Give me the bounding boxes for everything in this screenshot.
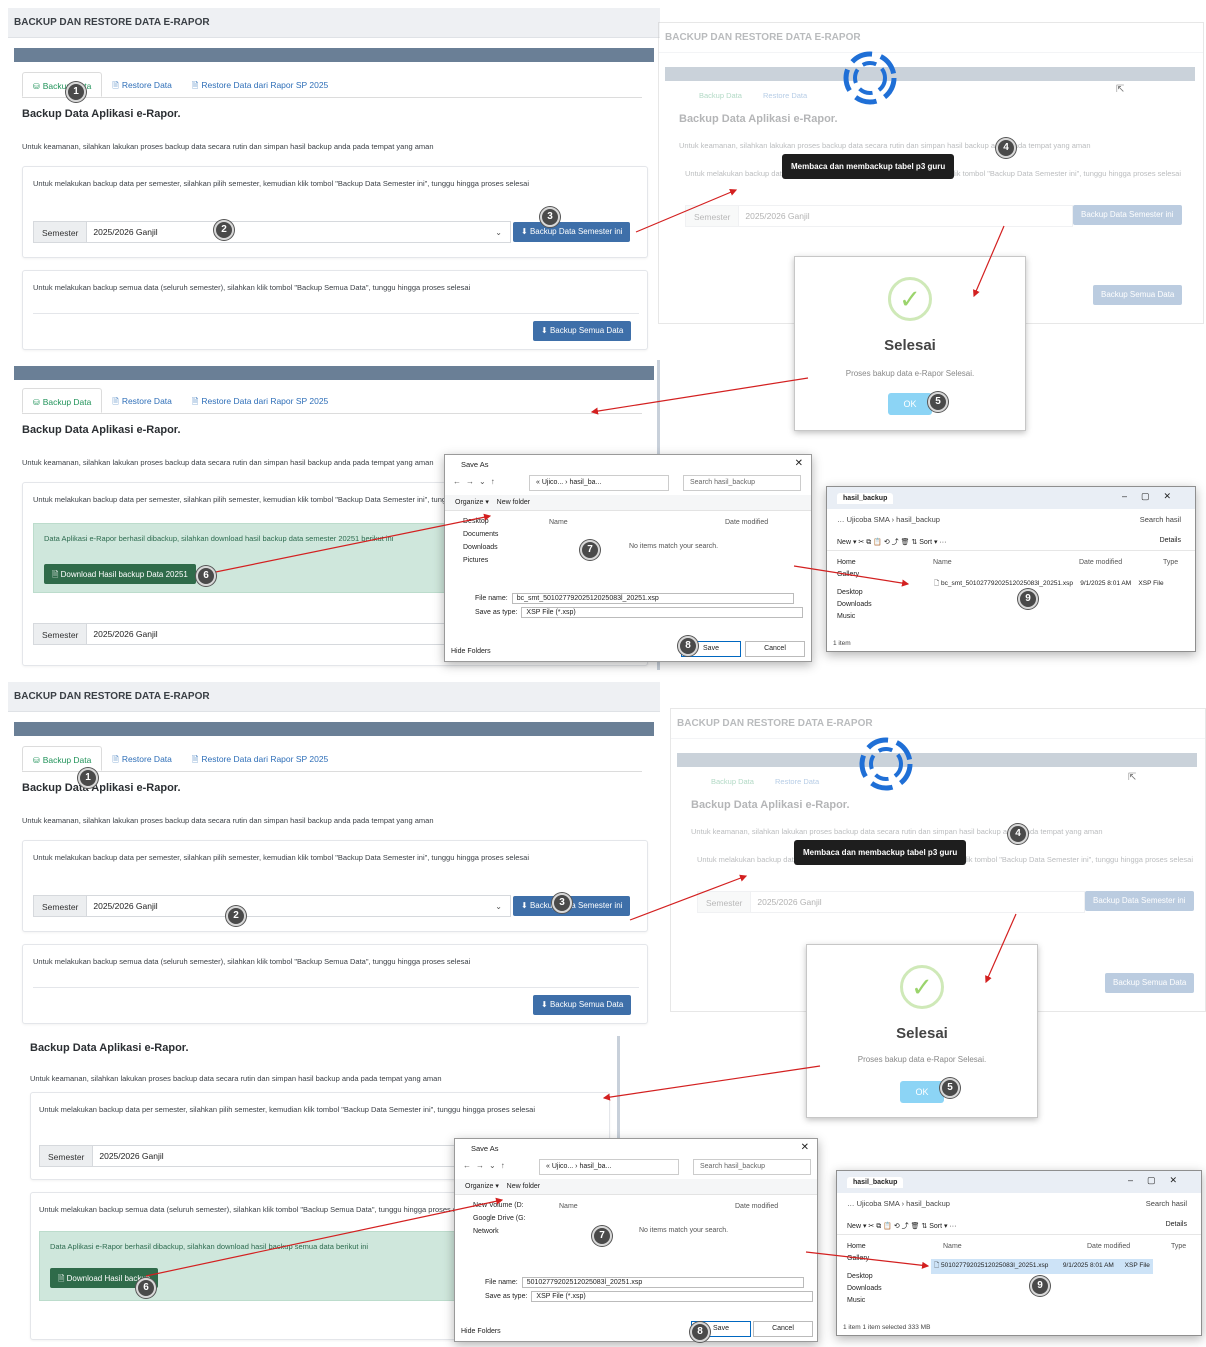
step-marker-8: 8 xyxy=(678,636,698,656)
flow-arrow xyxy=(793,565,910,587)
flow-arrow xyxy=(145,1197,504,1277)
flow-arrow xyxy=(195,513,492,577)
step-marker-7: 7 xyxy=(580,540,600,560)
flow-arrow xyxy=(985,913,1017,984)
flow-arrow xyxy=(973,225,1005,298)
flow-arrow xyxy=(602,1065,821,1101)
step-marker-6: 6 xyxy=(196,566,216,586)
step-marker-2: 2 xyxy=(226,906,246,926)
step-marker-8: 8 xyxy=(690,1322,710,1342)
step-marker-3: 3 xyxy=(540,207,560,227)
step-marker-4: 4 xyxy=(1008,824,1028,844)
step-marker-9: 9 xyxy=(1018,589,1038,609)
step-marker-5: 5 xyxy=(940,1078,960,1098)
step-marker-1: 1 xyxy=(66,82,86,102)
flow-arrow xyxy=(590,377,809,415)
step-marker-5: 5 xyxy=(928,392,948,412)
step-marker-9: 9 xyxy=(1030,1276,1050,1296)
flow-arrow xyxy=(635,189,738,233)
step-marker-1: 1 xyxy=(78,768,98,788)
step-marker-3: 3 xyxy=(552,893,572,913)
step-marker-4: 4 xyxy=(996,138,1016,158)
flow-arrows xyxy=(145,189,1017,1277)
flow-arrow xyxy=(629,874,748,921)
flow-arrow xyxy=(805,1251,930,1269)
step-marker-2: 2 xyxy=(214,220,234,240)
step-marker-7: 7 xyxy=(592,1226,612,1246)
step-marker-6: 6 xyxy=(136,1278,156,1298)
